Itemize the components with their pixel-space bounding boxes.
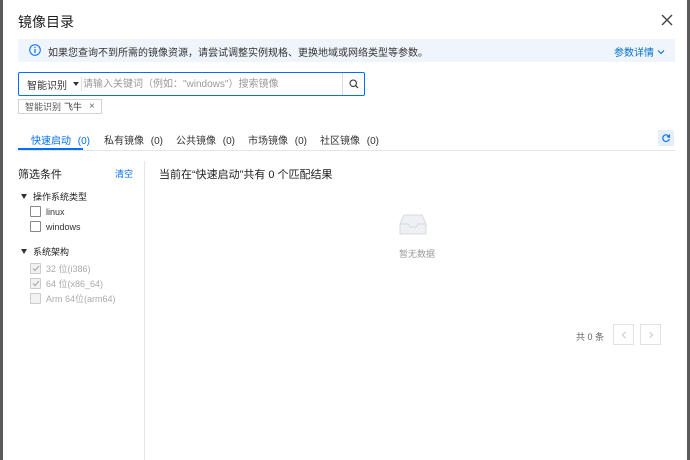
- check-icon: [32, 265, 39, 272]
- chevron-right-icon: [648, 331, 653, 338]
- tab-quick-start[interactable]: 快速启动 (0): [31, 132, 90, 147]
- dialog-title: 镜像目录: [18, 14, 74, 30]
- caret-down-icon: [73, 82, 79, 86]
- option-32bit: 32 位(i386): [30, 262, 91, 275]
- tab-count: (0): [150, 136, 164, 147]
- next-page-button[interactable]: [640, 324, 661, 345]
- chevron-down-icon: [657, 49, 665, 54]
- filter-sidebar: 筛选条件 清空 操作系统类型 linux windows 系统架构 32 位(i…: [18, 161, 145, 460]
- filter-group-label: 系统架构: [33, 247, 70, 257]
- option-label: windows: [46, 221, 81, 232]
- checkbox: [30, 293, 41, 304]
- search-input[interactable]: [83, 73, 341, 95]
- param-details-label: 参数详情: [614, 48, 654, 59]
- empty-state-text: 暂无数据: [399, 249, 436, 259]
- search-divider: [81, 77, 82, 91]
- search-box: 智能识别: [18, 72, 365, 96]
- filter-group-label: 操作系统类型: [33, 192, 88, 202]
- close-icon[interactable]: [659, 12, 675, 28]
- tab-private-images[interactable]: 私有镜像 (0): [104, 132, 163, 147]
- check-icon: [32, 280, 39, 287]
- tab-label: 快速启动: [31, 136, 71, 147]
- refresh-button[interactable]: [658, 130, 674, 146]
- filter-group-arch[interactable]: 系统架构: [21, 245, 69, 258]
- image-tabs: 快速启动 (0) 私有镜像 (0) 公共镜像 (0) 市场镜像 (0) 社区镜像…: [18, 128, 675, 151]
- option-label: 64 位(x86_64): [46, 279, 104, 289]
- tab-label: 私有镜像: [104, 136, 144, 147]
- option-label: Arm 64位(arm64): [46, 294, 116, 304]
- search-type-dropdown[interactable]: 智能识别: [19, 73, 81, 95]
- filter-title: 筛选条件: [18, 169, 62, 181]
- tab-public-images[interactable]: 公共镜像 (0): [176, 132, 235, 147]
- tab-count: (0): [77, 136, 91, 147]
- tag-remove-icon[interactable]: ×: [89, 101, 95, 112]
- search-button[interactable]: [342, 73, 364, 95]
- option-arm64: Arm 64位(arm64): [30, 292, 116, 305]
- checkbox-checked: [30, 278, 41, 289]
- tab-label: 市场镜像: [248, 136, 288, 147]
- chevron-left-icon: [621, 331, 626, 338]
- tab-market-images[interactable]: 市场镜像 (0): [248, 132, 307, 147]
- refresh-icon: [662, 134, 671, 142]
- checkbox[interactable]: [30, 221, 41, 232]
- image-catalog-dialog: 镜像目录 如果您查询不到所需的镜像资源，请尝试调整实例规格、更换地域或网络类型等…: [3, 0, 687, 460]
- caret-down-icon: [21, 194, 27, 199]
- pagination-total: 共 0 条: [576, 332, 605, 342]
- checkbox[interactable]: [30, 206, 41, 217]
- info-bar: 如果您查询不到所需的镜像资源，请尝试调整实例规格、更换地域或网络类型等参数。 参…: [18, 39, 675, 62]
- active-tab-indicator: [18, 148, 83, 150]
- tab-label: 社区镜像: [320, 136, 360, 147]
- search-icon: [348, 79, 358, 89]
- filter-tag-key: 智能识别: [25, 102, 62, 112]
- search-type-label: 智能识别: [27, 80, 67, 92]
- filter-tag-value: 飞牛: [64, 102, 83, 112]
- option-label: linux: [46, 206, 65, 217]
- param-details-link[interactable]: 参数详情: [614, 44, 665, 59]
- tab-count: (0): [366, 136, 380, 147]
- empty-inbox-icon: [399, 214, 427, 235]
- option-label: 32 位(i386): [46, 264, 91, 274]
- info-icon: [29, 44, 41, 56]
- tab-count: (0): [222, 136, 236, 147]
- option-64bit: 64 位(x86_64): [30, 277, 103, 290]
- info-text: 如果您查询不到所需的镜像资源，请尝试调整实例规格、更换地域或网络类型等参数。: [48, 48, 428, 59]
- clear-filters-link[interactable]: 清空: [115, 167, 133, 180]
- option-windows[interactable]: windows: [30, 221, 81, 232]
- option-linux[interactable]: linux: [30, 206, 65, 217]
- checkbox-checked: [30, 263, 41, 274]
- tab-label: 公共镜像: [176, 136, 216, 147]
- filter-group-os-type[interactable]: 操作系统类型: [21, 190, 87, 203]
- caret-down-icon: [21, 249, 27, 254]
- tab-count: (0): [294, 136, 308, 147]
- tab-community-images[interactable]: 社区镜像 (0): [320, 132, 379, 147]
- prev-page-button[interactable]: [613, 324, 634, 345]
- result-summary: 当前在“快速启动”共有 0 个匹配结果: [159, 169, 333, 181]
- filter-tag: 智能识别 飞牛 ×: [18, 99, 102, 114]
